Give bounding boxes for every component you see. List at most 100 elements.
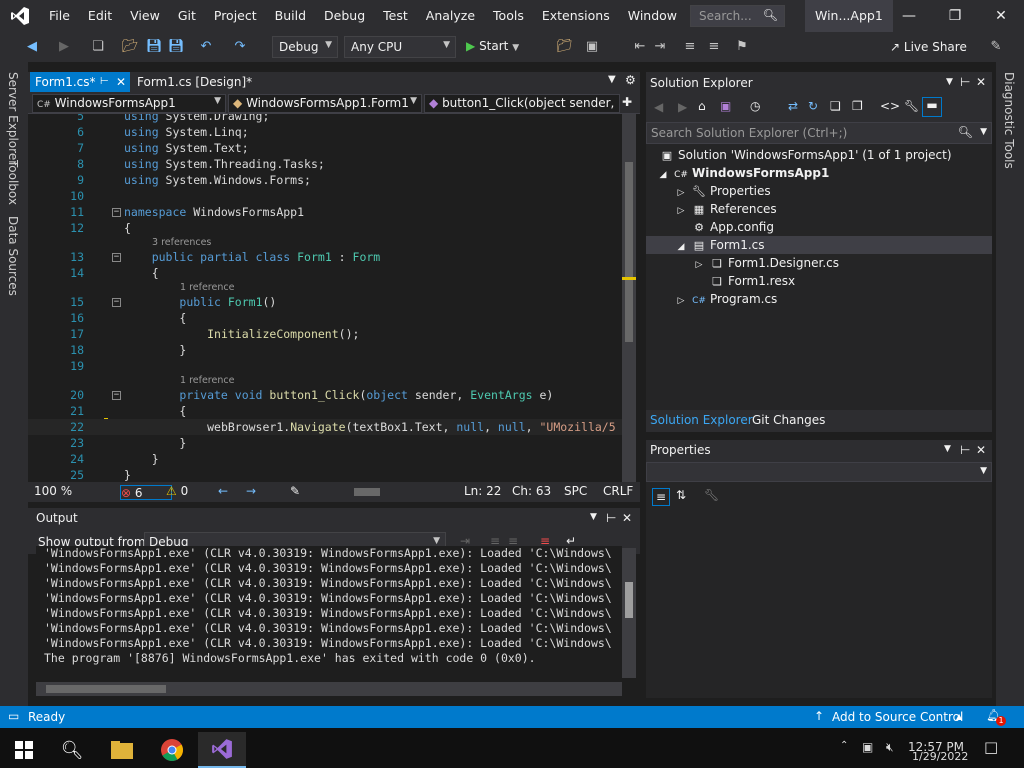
tab-git-changes[interactable]: Git Changes [752, 413, 825, 427]
output-vertical-scrollbar[interactable] [622, 548, 636, 678]
output-horizontal-scrollbar[interactable] [36, 682, 622, 696]
tab-data-sources[interactable]: Data Sources [6, 216, 20, 296]
minimize-button[interactable]: — [886, 0, 932, 32]
tree-solution[interactable]: ▣ Solution 'WindowsFormsApp1' (1 of 1 pro… [660, 146, 952, 164]
open-file-icon[interactable]: 📂︎ [122, 39, 139, 55]
previous-issue-icon[interactable]: ← [218, 484, 228, 498]
show-all-files-icon[interactable]: ❐ [852, 99, 863, 113]
uncomment-icon[interactable]: ≡ [706, 39, 722, 55]
clock-date[interactable]: 1/29/2022 [912, 750, 968, 763]
collapsed-arrow-icon[interactable]: ▷ [674, 202, 688, 220]
start-button[interactable]: ▶ Start ▼ [462, 36, 523, 58]
menu-view[interactable]: View [121, 0, 169, 32]
menu-tools[interactable]: Tools [484, 0, 533, 32]
tree-project[interactable]: ◢ C# WindowsFormsApp1 [656, 164, 830, 182]
preview-selected-icon[interactable]: ▬ [922, 97, 942, 117]
code-editor[interactable]: 5 using System.Drawing; 6 using System.Lin… [28, 114, 622, 482]
menu-analyze[interactable]: Analyze [417, 0, 484, 32]
home-icon[interactable]: ⌂ [698, 99, 706, 113]
view-code-icon[interactable]: <> [880, 99, 900, 113]
pin-icon[interactable]: ⊢ [960, 75, 970, 89]
network-icon[interactable]: ▣ [862, 740, 873, 754]
back-icon[interactable]: ◀ [654, 100, 663, 114]
menu-project[interactable]: Project [205, 0, 266, 32]
collapse-icon[interactable]: − [112, 391, 121, 400]
menu-file[interactable]: File [40, 0, 79, 32]
tab-form1-design[interactable]: Form1.cs [Design]* [132, 72, 257, 92]
member-dropdown[interactable]: ◆ button1_Click(object sender, E [424, 94, 620, 113]
tree-references[interactable]: ▷ ▦ References [674, 200, 777, 218]
chevron-down-icon[interactable]: ▼ [946, 77, 953, 87]
close-icon[interactable]: ✕ [622, 511, 632, 525]
split-icon[interactable]: ✚ [622, 95, 632, 109]
back-icon[interactable]: ◀ [24, 39, 40, 55]
comment-icon[interactable]: ≡ [682, 39, 698, 55]
error-count-box[interactable]: ⊗ 6 [120, 485, 172, 500]
new-project-icon[interactable]: ❏ [90, 39, 106, 55]
tree-form1-resx[interactable]: ❏ Form1.resx [710, 272, 795, 290]
output-text[interactable]: 'WindowsFormsApp1.exe' (CLR v4.0.30319: … [36, 546, 622, 676]
gear-icon[interactable]: ⚙ [625, 73, 636, 87]
browser-icon[interactable]: ▣ [584, 39, 600, 55]
codelens-references[interactable]: 1 reference [180, 282, 234, 293]
live-share-button[interactable]: ↗ Live Share [888, 36, 969, 58]
project-dropdown[interactable]: C# WindowsFormsApp1 ▼ [32, 94, 226, 113]
pin-icon[interactable]: ⊢ [606, 511, 616, 525]
properties-wrench-icon[interactable]: 🔧︎ [904, 99, 919, 113]
codelens-references[interactable]: 1 reference [180, 375, 234, 386]
tree-program[interactable]: ▷ C# Program.cs [674, 290, 778, 310]
scroll-thumb[interactable] [625, 162, 633, 342]
collapse-icon[interactable]: − [112, 298, 121, 307]
pin-icon[interactable]: ⊢ [960, 443, 970, 457]
collapse-icon[interactable]: − [112, 208, 121, 217]
tab-form1-cs[interactable]: Form1.cs* ⊢ ✕ [30, 72, 130, 92]
redo-icon[interactable]: ↷ [232, 39, 248, 55]
collapse-all-icon[interactable]: ❏ [830, 99, 841, 113]
visual-studio-logo-icon[interactable] [0, 0, 40, 32]
close-icon[interactable]: ✕ [976, 443, 986, 457]
brush-icon[interactable]: ✎ [290, 484, 300, 498]
menu-build[interactable]: Build [266, 0, 315, 32]
alphabetical-icon[interactable]: ⇅ [676, 488, 686, 502]
undo-icon[interactable]: ↶ [198, 39, 214, 55]
chrome-icon[interactable] [148, 732, 196, 768]
chevron-up-icon[interactable]: ⌃ [840, 740, 848, 751]
collapsed-arrow-icon[interactable]: ▷ [674, 292, 688, 310]
scroll-thumb[interactable] [46, 685, 166, 693]
menu-extensions[interactable]: Extensions [533, 0, 619, 32]
indent-icon[interactable]: ⇤ [632, 39, 648, 55]
tab-overflow-icon[interactable]: ▼ [608, 74, 616, 85]
menu-git[interactable]: Git [169, 0, 205, 32]
tree-app-config[interactable]: ⚙ App.config [692, 218, 774, 236]
solution-search-input[interactable]: Search Solution Explorer (Ctrl+;) 🔍︎ ▼ [646, 122, 992, 144]
property-pages-icon[interactable]: 🔧︎ [704, 488, 719, 502]
close-button[interactable]: ✕ [978, 0, 1024, 32]
menu-debug[interactable]: Debug [315, 0, 374, 32]
add-to-source-control[interactable]: Add to Source Control [832, 710, 963, 724]
forward-icon[interactable]: ▶ [678, 100, 687, 114]
scroll-thumb[interactable] [354, 488, 380, 496]
whitespace-mode[interactable]: SPC [564, 484, 587, 498]
collapse-icon[interactable]: − [112, 253, 121, 262]
sync-icon[interactable]: ⇄ [788, 99, 798, 113]
expanded-arrow-icon[interactable]: ◢ [674, 238, 688, 256]
tree-form1[interactable]: ◢ ▤ Form1.cs [674, 236, 765, 254]
chevron-down-icon[interactable]: ▼ [980, 127, 987, 137]
scroll-thumb[interactable] [625, 582, 633, 618]
maximize-button[interactable]: ❐ [932, 0, 978, 32]
chevron-down-icon[interactable]: ▼ [944, 444, 951, 454]
action-center-icon[interactable]: □ [984, 738, 998, 756]
tab-diagnostic-tools[interactable]: Diagnostic Tools [1002, 72, 1016, 169]
save-icon[interactable]: 💾︎ [146, 39, 163, 55]
properties-object-dropdown[interactable]: ▼ [646, 462, 992, 482]
tree-form1-designer[interactable]: ▷ ❏ Form1.Designer.cs [692, 254, 839, 272]
bookmark-icon[interactable]: ⚑ [734, 39, 750, 55]
tree-properties[interactable]: ▷ 🔧︎ Properties [674, 182, 771, 200]
collapsed-arrow-icon[interactable]: ▷ [692, 256, 706, 274]
line-ending[interactable]: CRLF [603, 484, 633, 498]
refresh-icon[interactable]: ↻ [808, 99, 818, 113]
warning-count-box[interactable]: ⚠ 0 [166, 484, 188, 498]
platform-dropdown[interactable]: Any CPU ▼ [344, 36, 456, 58]
volume-muted-icon[interactable]: 🔇︎ [886, 740, 894, 755]
next-issue-icon[interactable]: → [246, 484, 256, 498]
